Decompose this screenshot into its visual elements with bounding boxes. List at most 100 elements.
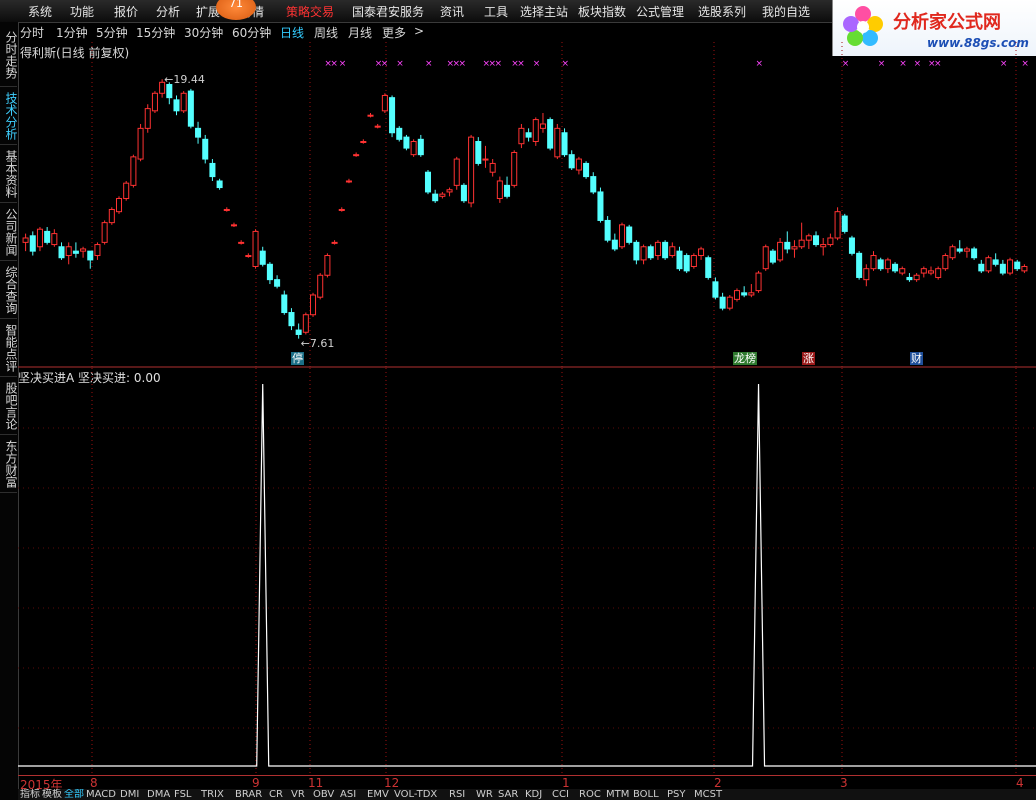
period-7[interactable]: 周线	[314, 24, 338, 41]
left-tab-4[interactable]: 综合查询	[0, 261, 18, 319]
indicator-tab-20[interactable]: ROC	[579, 789, 601, 800]
candle-111	[820, 237, 827, 256]
menu-10[interactable]: 选择主站	[520, 3, 568, 20]
candle-98	[726, 294, 733, 311]
period-3[interactable]: 15分钟	[136, 24, 175, 41]
candle-24	[195, 121, 202, 144]
signal-mark-9-0: ×	[562, 59, 570, 69]
signal-mark-0-1: ×	[330, 59, 338, 69]
left-tab-7[interactable]: 东方财富	[0, 435, 18, 493]
candlestick-chart[interactable]: ×× × ×× × × ××× ××× ×× × × × × × × × ×× × ×	[18, 42, 1036, 368]
signal-mark-7-1: ×	[517, 59, 525, 69]
candle-22	[180, 91, 187, 114]
menu-1[interactable]: 功能	[70, 3, 94, 20]
menu-6[interactable]: 策略交易	[286, 3, 334, 20]
candle-128	[942, 253, 949, 271]
indicator-tab-18[interactable]: KDJ	[525, 789, 542, 800]
suspension-tag[interactable]: 停	[291, 352, 304, 365]
indicator-tab-8[interactable]: BRAR	[235, 789, 262, 800]
candle-56	[424, 170, 432, 195]
menu-0[interactable]: 系统	[28, 3, 52, 20]
indicator-tab-5[interactable]: DMA	[147, 789, 170, 800]
period-8[interactable]: 月线	[348, 24, 372, 41]
period-6[interactable]: 日线	[280, 24, 304, 41]
menu-8[interactable]: 资讯	[440, 3, 464, 20]
menu-13[interactable]: 选股系列	[698, 3, 746, 20]
indicator-tab-0[interactable]: 指标	[20, 789, 40, 800]
candle-127	[935, 266, 942, 280]
candle-97	[719, 292, 726, 311]
dragon-list-tag[interactable]: 龙榜	[733, 352, 757, 365]
period-9[interactable]: 更多	[382, 24, 406, 41]
candle-11	[101, 220, 108, 245]
indicator-tab-1[interactable]: 模板	[42, 789, 62, 800]
candle-13	[115, 196, 123, 214]
left-tab-3[interactable]: 公司新闻	[0, 203, 18, 261]
period-2[interactable]: 5分钟	[96, 24, 128, 41]
menu-7[interactable]: 国泰君安服务	[352, 3, 424, 20]
menu-9[interactable]: 工具	[484, 3, 508, 20]
limit-up-tag[interactable]: 涨	[802, 352, 815, 365]
candle-101	[748, 284, 755, 298]
candle-37	[288, 308, 295, 331]
indicator-tab-21[interactable]: MTM	[606, 789, 629, 800]
indicator-tab-16[interactable]: WR	[476, 789, 493, 800]
menu-12[interactable]: 公式管理	[636, 3, 684, 20]
period-bar: 分时 1分钟 5分钟 15分钟 30分钟 60分钟 日线 周线 月线 更多 >	[18, 22, 1036, 42]
low-price-label: ←7.61	[300, 336, 335, 350]
indicator-tab-14[interactable]: VOL-TDX	[394, 789, 437, 800]
candle-51	[389, 95, 396, 138]
chevron-right-icon[interactable]: >	[414, 24, 424, 38]
indicator-tab-9[interactable]: CR	[269, 789, 283, 800]
candle-62	[468, 134, 475, 208]
candle-73	[547, 117, 554, 151]
menu-3[interactable]: 分析	[156, 3, 180, 20]
candle-23	[187, 88, 194, 129]
left-tab-0[interactable]: 分时走势	[0, 24, 18, 87]
financial-report-tag[interactable]: 财	[910, 352, 923, 365]
candle-43	[331, 240, 338, 245]
candle-0	[22, 233, 29, 252]
indicator-tab-12[interactable]: ASI	[340, 789, 356, 800]
signal-mark-14-0: ×	[914, 59, 922, 69]
indicator-tab-6[interactable]: FSL	[174, 789, 192, 800]
menu-11[interactable]: 板块指数	[578, 3, 626, 20]
menu-14[interactable]: 我的自选	[762, 3, 810, 20]
indicator-tab-24[interactable]: MCST	[694, 789, 722, 800]
indicator-tab-10[interactable]: VR	[291, 789, 305, 800]
indicator-chart[interactable]	[18, 368, 1036, 774]
indicator-tab-22[interactable]: BOLL	[633, 789, 659, 800]
indicator-tab-4[interactable]: DMI	[120, 789, 139, 800]
candle-58	[439, 191, 446, 199]
period-4[interactable]: 30分钟	[184, 24, 223, 41]
indicator-tab-23[interactable]: PSY	[667, 789, 686, 800]
candle-31	[245, 253, 252, 258]
signal-mark-5-2: ×	[459, 59, 467, 69]
left-tab-1[interactable]: 技术分析	[0, 87, 18, 145]
period-0[interactable]: 分时	[20, 24, 44, 41]
indicator-tab-13[interactable]: EMV	[367, 789, 389, 800]
left-tab-5[interactable]: 智能点评	[0, 319, 18, 377]
candle-88	[654, 240, 661, 260]
candle-29	[230, 222, 237, 228]
indicator-tab-17[interactable]: SAR	[498, 789, 518, 800]
candle-96	[712, 277, 719, 300]
candle-93	[690, 253, 697, 269]
left-tab-2[interactable]: 基本资料	[0, 145, 18, 203]
indicator-tab-7[interactable]: TRIX	[201, 789, 224, 800]
period-1[interactable]: 1分钟	[56, 24, 88, 41]
period-5[interactable]: 60分钟	[232, 24, 271, 41]
indicator-tab-15[interactable]: RSI	[449, 789, 465, 800]
indicator-tab-19[interactable]: CCI	[552, 789, 569, 800]
indicator-tab-3[interactable]: MACD	[86, 789, 116, 800]
candle-5	[58, 242, 65, 260]
indicator-tab-11[interactable]: OBV	[313, 789, 334, 800]
candle-36	[281, 290, 288, 315]
indicator-tab-2[interactable]: 全部	[64, 789, 84, 800]
candle-83	[618, 222, 626, 249]
candle-136	[999, 259, 1006, 276]
left-tab-6[interactable]: 股吧言论	[0, 377, 18, 435]
candle-134	[985, 255, 992, 274]
candle-15	[130, 154, 137, 188]
menu-2[interactable]: 报价	[114, 3, 138, 20]
